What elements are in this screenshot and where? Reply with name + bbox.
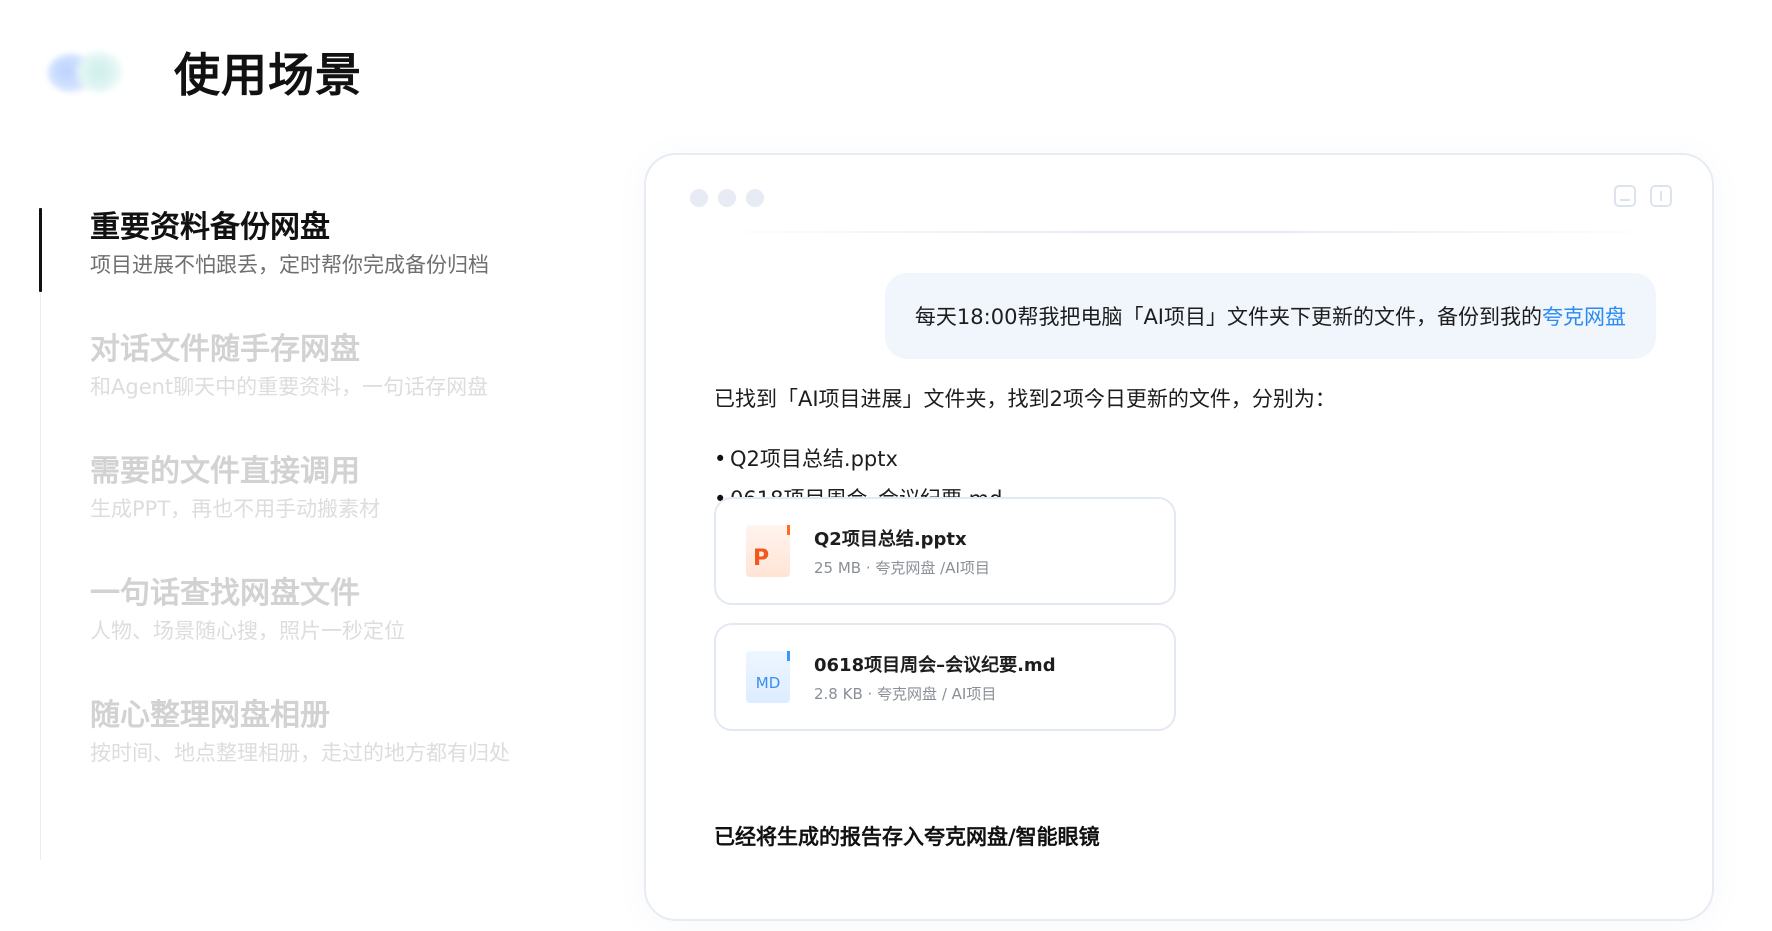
nav-item-desc: 项目进展不怕跟丢，定时帮你完成备份归档 xyxy=(90,253,489,277)
nav-item-title: 需要的文件直接调用 xyxy=(90,454,360,489)
md-file-icon: MD xyxy=(746,651,790,703)
nav-item-title: 重要资料备份网盘 xyxy=(90,210,330,245)
nav-item-call-files[interactable]: 需要的文件直接调用 生成PPT，再也不用手动搬素材 xyxy=(90,452,610,524)
file-meta: 25 MB · 夸克网盘 /AI项目 xyxy=(814,559,990,577)
logo-icon xyxy=(48,48,124,96)
scenario-nav: 重要资料备份网盘 项目进展不怕跟丢，定时帮你完成备份归档 对话文件随手存网盘 和… xyxy=(39,208,600,860)
nav-item-desc: 按时间、地点整理相册，走过的地方都有归处 xyxy=(90,741,510,765)
nav-track xyxy=(40,208,41,860)
user-message-bubble: 每天18:00帮我把电脑「AI项目」文件夹下更新的文件，备份到我的 夸克网盘 xyxy=(884,273,1656,359)
nav-item-title: 随心整理网盘相册 xyxy=(90,698,330,733)
assistant-final-message: 已经将生成的报告存入夸克网盘/智能眼镜 xyxy=(714,825,1100,849)
file-meta: 2.8 KB · 夸克网盘 / AI项目 xyxy=(814,685,997,703)
nav-item-desc: 人物、场景随心搜，照片一秒定位 xyxy=(90,619,405,643)
sidebar-toggle-icon[interactable] xyxy=(1650,185,1672,207)
nav-item-chat-files[interactable]: 对话文件随手存网盘 和Agent聊天中的重要资料，一句话存网盘 xyxy=(90,330,610,402)
list-item: Q2项目总结.pptx xyxy=(714,439,1002,479)
assistant-reply: 已找到「AI项目进展」文件夹，找到2项今日更新的文件，分别为： xyxy=(714,387,1336,411)
nav-item-backup[interactable]: 重要资料备份网盘 项目进展不怕跟丢，定时帮你完成备份归档 xyxy=(90,208,610,280)
nav-item-title: 一句话查找网盘文件 xyxy=(90,576,360,611)
window-dot xyxy=(690,189,708,207)
window-dots xyxy=(690,189,764,207)
header: 使用场景 xyxy=(48,36,362,108)
nav-item-title: 对话文件随手存网盘 xyxy=(90,332,360,367)
file-name: Q2项目总结.pptx xyxy=(814,529,967,550)
chat-window: 每天18:00帮我把电脑「AI项目」文件夹下更新的文件，备份到我的 夸克网盘 已找… xyxy=(644,153,1714,921)
user-message-text: 每天18:00帮我把电脑「AI项目」文件夹下更新的文件，备份到我的 xyxy=(914,305,1542,329)
file-card-pptx[interactable]: P Q2项目总结.pptx 25 MB · 夸克网盘 /AI项目 xyxy=(714,497,1176,605)
ppt-file-icon: P xyxy=(746,525,790,577)
nav-item-desc: 和Agent聊天中的重要资料，一句话存网盘 xyxy=(90,375,489,399)
nav-active-indicator xyxy=(39,208,42,292)
page: 使用场景 重要资料备份网盘 项目进展不怕跟丢，定时帮你完成备份归档 对话文件随手… xyxy=(0,0,1772,931)
window-controls xyxy=(1614,185,1672,207)
window-divider xyxy=(702,231,1672,233)
nav-item-album[interactable]: 随心整理网盘相册 按时间、地点整理相册，走过的地方都有归处 xyxy=(90,696,610,768)
window-dot xyxy=(746,189,764,207)
file-name: 0618项目周会–会议纪要.md xyxy=(814,655,1056,676)
minimize-icon[interactable] xyxy=(1614,185,1636,207)
nav-item-search-files[interactable]: 一句话查找网盘文件 人物、场景随心搜，照片一秒定位 xyxy=(90,574,610,646)
user-message-highlight[interactable]: 夸克网盘 xyxy=(1542,301,1626,331)
nav-item-desc: 生成PPT，再也不用手动搬素材 xyxy=(90,497,381,521)
file-card-md[interactable]: MD 0618项目周会–会议纪要.md 2.8 KB · 夸克网盘 / AI项目 xyxy=(714,623,1176,731)
page-title: 使用场景 xyxy=(174,48,362,102)
window-dot xyxy=(718,189,736,207)
